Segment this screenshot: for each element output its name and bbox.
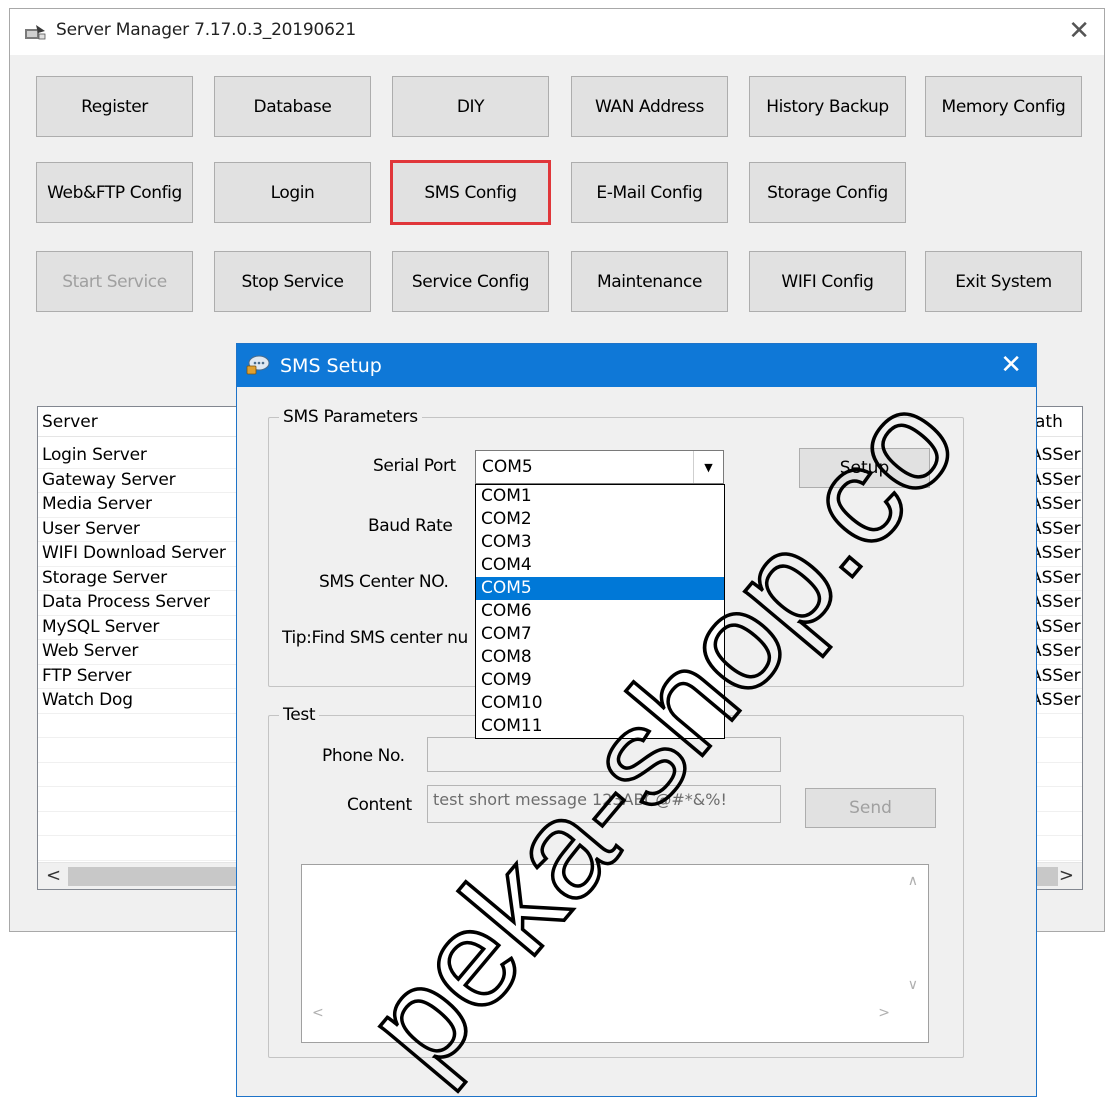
server-name: Media Server bbox=[42, 494, 152, 514]
serial-port-label: Serial Port bbox=[373, 456, 456, 476]
send-button[interactable]: Send bbox=[805, 788, 936, 828]
server-name: User Server bbox=[42, 518, 140, 539]
storage-config-button[interactable]: Storage Config bbox=[749, 162, 906, 223]
wan-address-button[interactable]: WAN Address bbox=[571, 76, 728, 137]
serial-port-value: COM5 bbox=[482, 457, 533, 477]
server-path: ASSer bbox=[1030, 592, 1081, 612]
server-name: Data Process Server bbox=[42, 592, 210, 612]
server-name: Gateway Server bbox=[42, 469, 176, 490]
database-button[interactable]: Database bbox=[214, 76, 371, 137]
server-path: ASSer bbox=[1030, 469, 1081, 490]
message-log-area[interactable]: ∧ ∨ < > bbox=[301, 864, 929, 1043]
window-title: Server Manager 7.17.0.3_20190621 bbox=[56, 20, 356, 40]
server-path: ASSer bbox=[1030, 445, 1081, 465]
server-name: Watch Dog bbox=[42, 690, 133, 710]
server-name: FTP Server bbox=[42, 665, 132, 686]
phone-no-label: Phone No. bbox=[322, 746, 405, 766]
wifi-config-button[interactable]: WIFI Config bbox=[749, 251, 906, 312]
column-header-server[interactable]: Server bbox=[42, 412, 98, 432]
dropdown-option[interactable]: COM10 bbox=[476, 692, 724, 715]
start-service-button[interactable]: Start Service bbox=[36, 251, 193, 312]
sms-center-tip: Tip:Find SMS center nu bbox=[282, 628, 468, 648]
server-name: WIFI Download Server bbox=[42, 543, 226, 563]
dropdown-option[interactable]: COM3 bbox=[476, 531, 724, 554]
e-mail-config-button[interactable]: E-Mail Config bbox=[571, 162, 728, 223]
server-name: Storage Server bbox=[42, 567, 167, 588]
serial-port-dropdown-list[interactable]: COM1 COM2 COM3 COM4 COM5 COM6 COM7 COM8 COM9 COM1… bbox=[475, 484, 725, 739]
chevron-down-icon[interactable]: ▼ bbox=[693, 451, 723, 483]
scroll-up-icon[interactable]: ∧ bbox=[908, 873, 918, 889]
memory-config-button[interactable]: Memory Config bbox=[925, 76, 1082, 137]
sms-center-no-label: SMS Center NO. bbox=[319, 572, 449, 592]
scroll-left-icon[interactable]: < bbox=[312, 1005, 324, 1021]
dialog-title: SMS Setup bbox=[280, 355, 382, 377]
dropdown-option[interactable]: COM4 bbox=[476, 554, 724, 577]
stop-service-button[interactable]: Stop Service bbox=[214, 251, 371, 312]
web-ftp-config-button[interactable]: Web&FTP Config bbox=[36, 162, 193, 223]
exit-system-button[interactable]: Exit System bbox=[925, 251, 1082, 312]
serial-port-select[interactable]: COM5 ▼ bbox=[475, 450, 724, 484]
dropdown-option[interactable]: COM8 bbox=[476, 646, 724, 669]
dropdown-option[interactable]: COM2 bbox=[476, 508, 724, 531]
dropdown-option[interactable]: COM1 bbox=[476, 485, 724, 508]
baud-rate-label: Baud Rate bbox=[368, 516, 453, 536]
sms-config-button[interactable]: SMS Config bbox=[390, 160, 551, 225]
login-button[interactable]: Login bbox=[214, 162, 371, 223]
setup-button[interactable]: Setup bbox=[799, 448, 930, 488]
dialog-close-icon[interactable]: ✕ bbox=[1000, 350, 1022, 380]
server-path: ASSer bbox=[1030, 494, 1081, 514]
scroll-down-icon[interactable]: ∨ bbox=[908, 977, 918, 993]
sms-setup-dialog: SMS Setup ✕ SMS Parameters Serial Port C… bbox=[236, 343, 1037, 1097]
server-path: ASSer bbox=[1030, 665, 1081, 686]
server-path: ASSer bbox=[1030, 518, 1081, 539]
server-path: ASSer bbox=[1030, 641, 1081, 661]
test-label: Test bbox=[279, 705, 320, 725]
app-icon bbox=[25, 25, 46, 40]
content-field[interactable]: test short message 123ABC@#*&%! bbox=[427, 785, 781, 823]
dropdown-option[interactable]: COM11 bbox=[476, 715, 724, 738]
server-path: ASSer bbox=[1030, 690, 1081, 710]
column-header-path[interactable]: ath bbox=[1035, 412, 1063, 432]
diy-button[interactable]: DIY bbox=[392, 76, 549, 137]
dropdown-option[interactable]: COM6 bbox=[476, 600, 724, 623]
server-name: MySQL Server bbox=[42, 616, 160, 637]
dropdown-option[interactable]: COM9 bbox=[476, 669, 724, 692]
phone-no-field[interactable] bbox=[427, 737, 781, 772]
server-path: ASSer bbox=[1030, 543, 1081, 563]
server-name: Login Server bbox=[42, 445, 147, 465]
maintenance-button[interactable]: Maintenance bbox=[571, 251, 728, 312]
register-button[interactable]: Register bbox=[36, 76, 193, 137]
dropdown-option[interactable]: COM5 bbox=[476, 577, 724, 600]
dropdown-option[interactable]: COM7 bbox=[476, 623, 724, 646]
content-label: Content bbox=[347, 795, 412, 815]
history-backup-button[interactable]: History Backup bbox=[749, 76, 906, 137]
sms-app-icon bbox=[246, 355, 270, 375]
service-config-button[interactable]: Service Config bbox=[392, 251, 549, 312]
scroll-right-icon[interactable]: > bbox=[1059, 865, 1074, 886]
title-bar: Server Manager 7.17.0.3_20190621 ✕ bbox=[10, 9, 1104, 55]
server-name: Web Server bbox=[42, 641, 139, 661]
server-path: ASSer bbox=[1030, 616, 1081, 637]
close-icon[interactable]: ✕ bbox=[1068, 17, 1090, 45]
server-path: ASSer bbox=[1030, 567, 1081, 588]
scroll-left-icon[interactable]: < bbox=[46, 865, 61, 886]
sms-parameters-label: SMS Parameters bbox=[279, 407, 422, 427]
scroll-right-icon[interactable]: > bbox=[878, 1005, 890, 1021]
dialog-title-bar: SMS Setup ✕ bbox=[237, 344, 1036, 387]
